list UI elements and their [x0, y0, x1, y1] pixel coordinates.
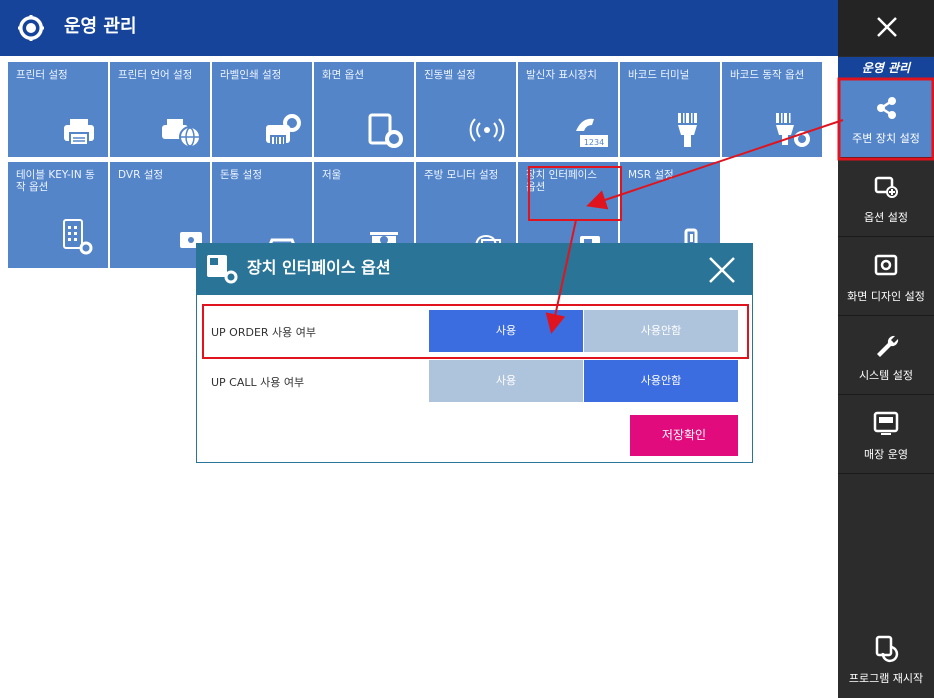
operation-management-screen: 운영 관리 프린터 설정 프린터 언어 설정 라벨인쇄 설정 화면 옵션 진동벨…: [0, 0, 934, 698]
tile-label: 진동벨 설정: [424, 69, 476, 81]
tile-barcode-terminal[interactable]: 바코드 터미널: [620, 62, 720, 157]
label-printer-icon: [266, 114, 301, 145]
wrench-icon: [877, 335, 899, 357]
screen-gear-icon: [368, 113, 403, 148]
tile-printer-language[interactable]: 프린터 언어 설정: [110, 62, 210, 157]
tile-label: 주방 모니터 설정: [424, 169, 499, 181]
sidebar-item-system-settings[interactable]: 시스템 설정: [838, 317, 934, 395]
sidebar-item-option-settings[interactable]: 옵션 설정: [838, 159, 934, 237]
keypad-gear-icon: [63, 219, 93, 255]
tile-label: 바코드 터미널: [628, 69, 690, 81]
up-order-label: UP ORDER 사용 여부: [211, 326, 317, 339]
svg-text:1234: 1234: [584, 138, 604, 147]
dialog-title: 장치 인터페이스 옵션: [247, 258, 391, 277]
tile-label: 장치 인터페이스 옵션: [526, 169, 597, 193]
sidebar-item-label: 주변 장치 설정: [852, 132, 920, 145]
printer-icon: [64, 119, 94, 146]
tile-label: 프린터 언어 설정: [118, 69, 193, 81]
gear-icon: [18, 15, 44, 41]
sidebar-item-label: 프로그램 재시작: [848, 672, 924, 685]
tile-label: 화면 옵션: [322, 69, 364, 81]
close-button[interactable]: [838, 0, 934, 56]
tile-label: DVR 설정: [118, 169, 164, 181]
caller-id-icon: 1234: [576, 118, 608, 147]
screen-design-icon: [874, 254, 898, 276]
sidebar-item-program-restart[interactable]: 프로그램 재시작: [838, 620, 934, 698]
barcode-gear-icon: [776, 113, 810, 147]
close-icon: [877, 17, 897, 37]
up-call-row: UP CALL 사용 여부 사용 사용안함: [197, 360, 752, 402]
tile-barcode-options[interactable]: 바코드 동작 옵션: [722, 62, 822, 157]
tile-label: MSR 설정: [628, 169, 674, 181]
option-icon: [874, 176, 898, 198]
tile-label: 바코드 동작 옵션: [730, 69, 805, 81]
save-confirm-button[interactable]: 저장확인: [630, 415, 738, 456]
store-operation-icon: [873, 411, 899, 435]
page-title: 운영 관리: [64, 16, 137, 37]
sidebar-item-peripheral-settings[interactable]: 주변 장치 설정: [838, 80, 934, 158]
tile-label: 라벨인쇄 설정: [220, 69, 282, 81]
up-call-not-use-button[interactable]: 사용안함: [584, 360, 738, 402]
tile-vibration-bell[interactable]: 진동벨 설정: [416, 62, 516, 157]
printer-globe-icon: [162, 119, 201, 148]
device-interface-options-dialog: 장치 인터페이스 옵션 UP ORDER 사용 여부 사용 사용안함 UP CA…: [196, 243, 753, 463]
tile-label: 저울: [322, 169, 342, 181]
sidebar-item-label: 옵션 설정: [864, 211, 908, 224]
up-call-use-button[interactable]: 사용: [429, 360, 583, 402]
up-order-row: UP ORDER 사용 여부 사용 사용안함: [197, 310, 752, 352]
up-call-label: UP CALL 사용 여부: [211, 376, 305, 389]
sidebar-item-label: 매장 운영: [864, 448, 908, 461]
vibration-bell-icon: [469, 118, 505, 142]
up-order-not-use-button[interactable]: 사용안함: [584, 310, 738, 352]
up-order-use-button[interactable]: 사용: [429, 310, 583, 352]
share-icon: [877, 97, 896, 119]
tile-label: 돈통 설정: [220, 169, 262, 181]
tile-printer-settings[interactable]: 프린터 설정: [8, 62, 108, 157]
close-icon[interactable]: [704, 252, 740, 288]
tile-dvr-settings[interactable]: DVR 설정: [110, 162, 210, 268]
tile-label: 발신자 표시장치: [526, 69, 597, 81]
sidebar-item-label: 시스템 설정: [858, 369, 914, 382]
tile-label: 테이블 KEY-IN 동작 옵션: [16, 169, 95, 193]
device-interface-icon: [207, 255, 238, 284]
tile-caller-id[interactable]: 발신자 표시장치 1234: [518, 62, 618, 157]
sidebar-item-label: 화면 디자인 설정: [847, 290, 925, 303]
restart-icon: [875, 635, 899, 663]
tile-screen-options[interactable]: 화면 옵션: [314, 62, 414, 157]
header-bar: 운영 관리: [0, 0, 838, 56]
tile-table-keyin-options[interactable]: 테이블 KEY-IN 동작 옵션: [8, 162, 108, 268]
right-sidebar: 운영 관리 주변 장치 설정 옵션 설정 화면 디자인 설정 시스템 설정 매장…: [838, 0, 934, 698]
sidebar-item-store-operation[interactable]: 매장 운영: [838, 396, 934, 474]
tile-label-print[interactable]: 라벨인쇄 설정: [212, 62, 312, 157]
tile-label: 프린터 설정: [16, 69, 68, 81]
sidebar-item-screen-design[interactable]: 화면 디자인 설정: [838, 238, 934, 316]
dialog-header: 장치 인터페이스 옵션: [197, 244, 752, 295]
barcode-terminal-icon: [678, 113, 697, 147]
sidebar-title: 운영 관리: [838, 57, 934, 79]
